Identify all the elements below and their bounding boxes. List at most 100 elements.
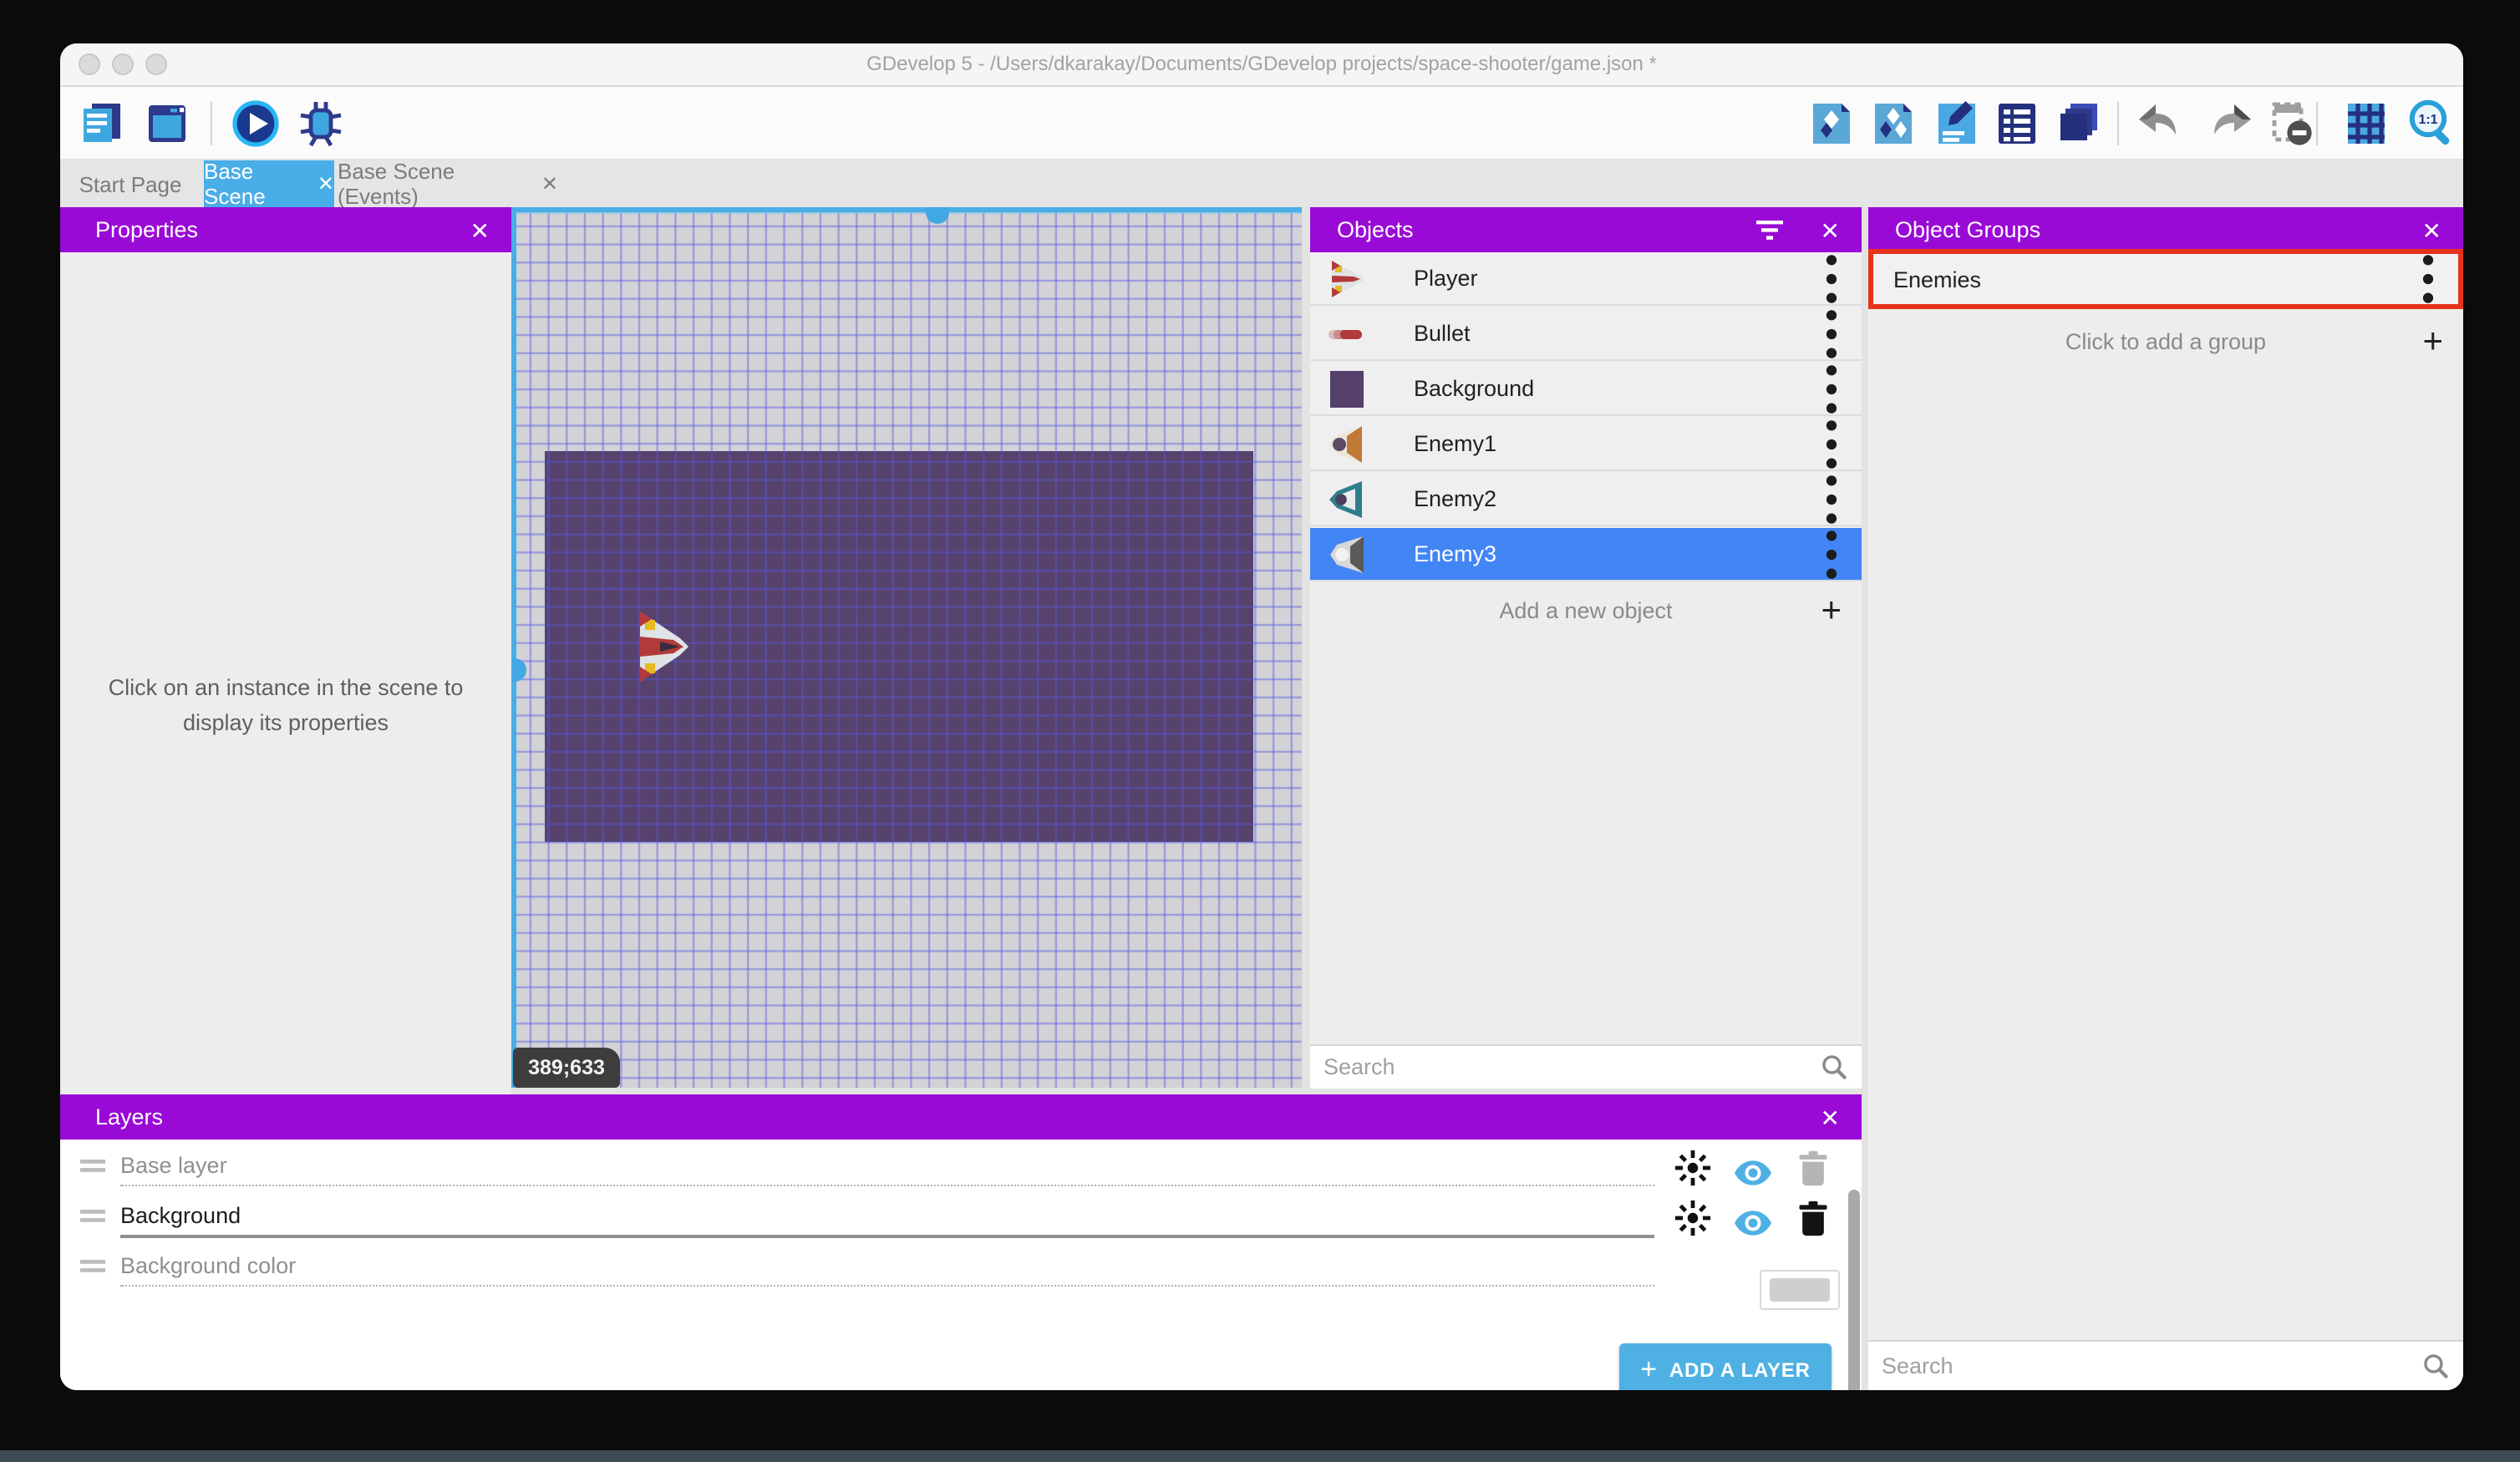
desktop-edge bbox=[0, 1450, 2520, 1462]
background-color-swatch[interactable] bbox=[1760, 1270, 1840, 1310]
drag-handle-icon[interactable] bbox=[80, 1210, 105, 1223]
layer-visibility-icon[interactable] bbox=[1735, 1205, 1771, 1241]
selection-left-edge bbox=[511, 207, 516, 1088]
object-menu-icon[interactable] bbox=[1825, 251, 1838, 305]
layers-scrollbar[interactable] bbox=[1848, 1190, 1860, 1390]
object-row-enemy1[interactable]: Enemy1 bbox=[1310, 418, 1862, 471]
group-row-enemies[interactable]: Enemies bbox=[1868, 249, 2463, 309]
instances-list-icon[interactable] bbox=[1992, 99, 2042, 149]
gdevelop-window: GDevelop 5 - /Users/dkarakay/Documents/G… bbox=[60, 43, 2463, 1390]
background-color-label: Background color bbox=[120, 1253, 1654, 1287]
objects-editor-icon[interactable] bbox=[1806, 99, 1857, 149]
objects-search bbox=[1310, 1044, 1862, 1088]
object-label: Enemy2 bbox=[1414, 486, 1825, 511]
object-menu-icon[interactable] bbox=[1825, 527, 1838, 581]
delete-layer-icon[interactable] bbox=[1795, 1150, 1832, 1186]
svg-text:1:1: 1:1 bbox=[2418, 113, 2437, 127]
properties-editor-icon[interactable] bbox=[1932, 99, 1982, 149]
object-groups-editor-icon[interactable] bbox=[1868, 99, 1918, 149]
close-panel-icon[interactable]: ✕ bbox=[1821, 1105, 1840, 1129]
debug-icon[interactable] bbox=[296, 99, 346, 149]
object-label: Enemy3 bbox=[1414, 541, 1825, 566]
close-panel-icon[interactable]: ✕ bbox=[470, 218, 490, 241]
bullet-object-icon bbox=[1324, 310, 1370, 357]
cursor-coordinates-badge: 389;633 bbox=[513, 1048, 620, 1088]
drag-handle-icon[interactable] bbox=[80, 1160, 105, 1173]
tab-bar: Start Page Base Scene ✕ Base Scene (Even… bbox=[60, 160, 2463, 207]
add-object-label: Add a new object bbox=[1310, 597, 1862, 622]
scene-editor-icon[interactable] bbox=[142, 99, 192, 149]
layer-effects-icon[interactable] bbox=[1674, 1150, 1711, 1186]
enemy3-object-icon bbox=[1324, 530, 1370, 577]
object-label: Enemy1 bbox=[1414, 431, 1825, 456]
zoom-1-1-icon[interactable]: 1:1 bbox=[2406, 99, 2456, 149]
panel-title: Object Groups bbox=[1895, 217, 2040, 242]
enemy2-object-icon bbox=[1324, 475, 1370, 522]
object-row-player[interactable]: Player bbox=[1310, 252, 1862, 306]
layer-row-base: Base layer bbox=[60, 1153, 1862, 1203]
layers-panel-header: Layers ✕ bbox=[60, 1094, 1862, 1140]
tab-label: Base Scene bbox=[204, 159, 294, 209]
object-row-background[interactable]: Background bbox=[1310, 363, 1862, 416]
object-menu-icon[interactable] bbox=[1825, 417, 1838, 470]
toolbar-divider bbox=[2316, 102, 2318, 145]
object-groups-panel-header: Object Groups ✕ bbox=[1868, 207, 2463, 252]
add-group-label: Click to add a group bbox=[1868, 328, 2463, 353]
filter-icon[interactable] bbox=[1757, 220, 1784, 240]
object-row-enemy3[interactable]: Enemy3 bbox=[1310, 528, 1862, 581]
tab-base-scene-events[interactable]: Base Scene (Events) ✕ bbox=[338, 160, 558, 207]
group-menu-icon[interactable] bbox=[2421, 252, 2435, 306]
close-tab-icon[interactable]: ✕ bbox=[541, 172, 558, 195]
object-menu-icon[interactable] bbox=[1825, 472, 1838, 525]
player-object-icon bbox=[1324, 255, 1370, 302]
undo-icon[interactable] bbox=[2132, 99, 2182, 149]
add-object-row[interactable]: Add a new object + bbox=[1310, 583, 1862, 637]
groups-search bbox=[1868, 1340, 2463, 1390]
add-layer-button[interactable]: + ADD A LAYER bbox=[1619, 1343, 1832, 1390]
object-menu-icon[interactable] bbox=[1825, 307, 1838, 360]
close-panel-icon[interactable]: ✕ bbox=[2422, 218, 2441, 241]
close-panel-icon[interactable]: ✕ bbox=[1821, 218, 1840, 241]
object-label: Bullet bbox=[1414, 321, 1825, 346]
add-group-row[interactable]: Click to add a group + bbox=[1868, 314, 2463, 368]
groups-search-input[interactable] bbox=[1868, 1353, 2421, 1378]
layer-name-field[interactable]: Background bbox=[120, 1203, 1654, 1238]
background-object-icon bbox=[1324, 365, 1370, 412]
object-row-enemy2[interactable]: Enemy2 bbox=[1310, 473, 1862, 526]
close-tab-icon[interactable]: ✕ bbox=[318, 172, 334, 195]
search-icon bbox=[2421, 1352, 2450, 1380]
layers-editor-icon[interactable] bbox=[2054, 99, 2104, 149]
enemy1-object-icon bbox=[1324, 420, 1370, 467]
layer-effects-icon[interactable] bbox=[1674, 1200, 1711, 1236]
toggle-window-mask-icon[interactable] bbox=[2266, 99, 2316, 149]
main-toolbar: 1:1 bbox=[60, 87, 2463, 160]
drag-handle-icon[interactable] bbox=[80, 1260, 105, 1273]
layer-visibility-icon[interactable] bbox=[1735, 1155, 1771, 1191]
toolbar-divider bbox=[2117, 102, 2119, 145]
object-label: Background bbox=[1414, 376, 1825, 401]
tab-label: Base Scene (Events) bbox=[338, 159, 518, 209]
properties-hint: Click on an instance in the scene to dis… bbox=[77, 670, 495, 740]
layers-panel: Layers ✕ Base layer Background bbox=[60, 1094, 1862, 1390]
play-button-icon[interactable] bbox=[231, 99, 281, 149]
player-instance[interactable] bbox=[633, 605, 690, 688]
project-manager-icon[interactable] bbox=[77, 99, 127, 149]
add-object-icon[interactable]: + bbox=[1821, 592, 1842, 627]
objects-panel: Objects ✕ Player Bullet Background bbox=[1310, 207, 1862, 1089]
toggle-grid-icon[interactable] bbox=[2341, 99, 2391, 149]
object-row-bullet[interactable]: Bullet bbox=[1310, 307, 1862, 361]
objects-search-input[interactable] bbox=[1310, 1054, 1820, 1079]
window-title: GDevelop 5 - /Users/dkarakay/Documents/G… bbox=[60, 52, 2463, 75]
object-menu-icon[interactable] bbox=[1825, 362, 1838, 415]
properties-panel-header: Properties ✕ bbox=[60, 207, 511, 252]
layer-row-background: Background bbox=[60, 1203, 1862, 1253]
layers-body: Base layer Background Background col bbox=[60, 1140, 1862, 1390]
redo-icon[interactable] bbox=[2208, 99, 2258, 149]
search-icon bbox=[1820, 1053, 1848, 1081]
scene-canvas[interactable]: 389;633 bbox=[511, 207, 1302, 1088]
layer-name-field[interactable]: Base layer bbox=[120, 1153, 1654, 1186]
tab-base-scene[interactable]: Base Scene ✕ bbox=[204, 160, 334, 207]
tab-start-page[interactable]: Start Page bbox=[60, 160, 201, 207]
delete-layer-icon[interactable] bbox=[1795, 1200, 1832, 1236]
add-group-icon[interactable]: + bbox=[2422, 323, 2443, 358]
